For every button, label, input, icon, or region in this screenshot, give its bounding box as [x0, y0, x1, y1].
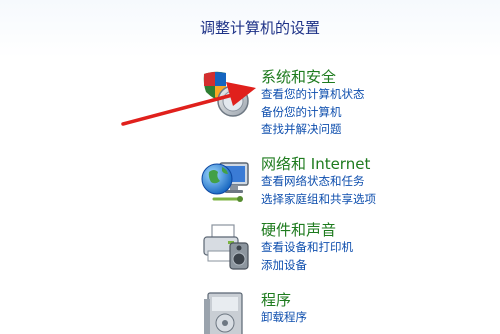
link-add-device[interactable]: 添加设备: [261, 257, 491, 275]
category-title-system-security[interactable]: 系统和安全: [261, 68, 491, 86]
category-title-network-internet[interactable]: 网络和 Internet: [261, 155, 491, 173]
page-title: 调整计算机的设置: [200, 19, 321, 37]
link-uninstall-program[interactable]: 卸载程序: [261, 309, 491, 327]
category-programs: 程序 卸载程序: [200, 291, 500, 334]
category-system-security: 系统和安全 查看您的计算机状态 备份您的计算机 查找并解决问题: [200, 68, 500, 148]
printer-speaker-icon[interactable]: [200, 221, 252, 273]
category-title-programs[interactable]: 程序: [261, 291, 491, 309]
link-find-fix-problems[interactable]: 查找并解决问题: [261, 121, 491, 139]
network-globe-icon[interactable]: [200, 155, 252, 207]
category-title-hardware-sound[interactable]: 硬件和声音: [261, 221, 491, 239]
category-network-internet: 网络和 Internet 查看网络状态和任务 选择家庭组和共享选项: [200, 155, 500, 215]
security-shield-icon[interactable]: [200, 68, 252, 120]
link-view-network-status[interactable]: 查看网络状态和任务: [261, 173, 491, 191]
link-homegroup-sharing[interactable]: 选择家庭组和共享选项: [261, 191, 491, 209]
link-view-devices-printers[interactable]: 查看设备和打印机: [261, 239, 491, 257]
category-hardware-sound: 硬件和声音 查看设备和打印机 添加设备: [200, 221, 500, 281]
link-backup-computer[interactable]: 备份您的计算机: [261, 104, 491, 122]
programs-box-icon[interactable]: [200, 291, 252, 334]
link-view-computer-status[interactable]: 查看您的计算机状态: [261, 86, 491, 104]
